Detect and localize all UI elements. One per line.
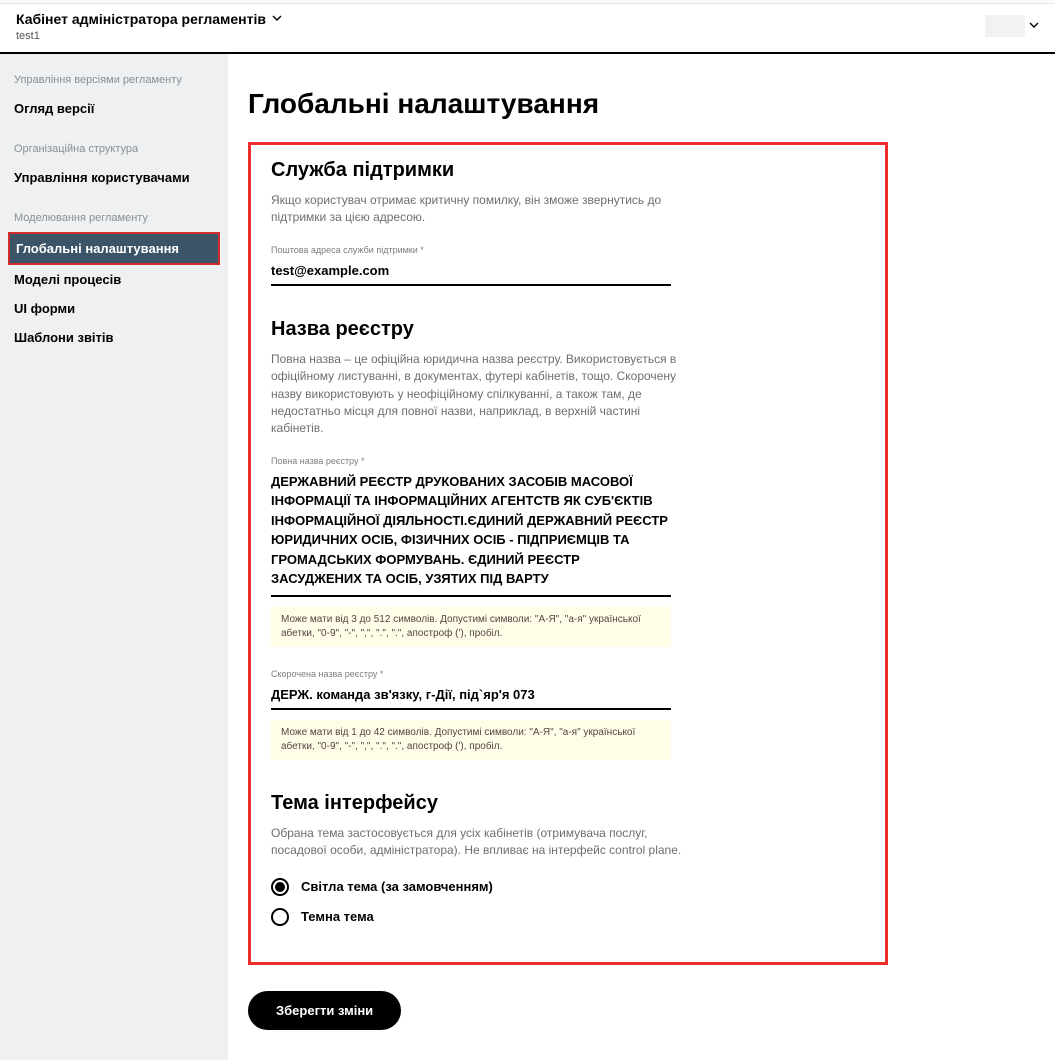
label-fullname: Повна назва реєстру *: [271, 456, 865, 466]
label-shortname: Скорочена назва реєстру *: [271, 669, 865, 679]
input-shortname[interactable]: [271, 683, 671, 710]
radio-icon: [271, 878, 289, 896]
sidebar-item-overview[interactable]: Огляд версії: [0, 94, 228, 123]
sidebar-section-versions: Управління версіями регламенту: [0, 68, 228, 94]
chevron-down-icon[interactable]: [272, 10, 282, 28]
hint-fullname: Може мати від 3 до 512 символів. Допусти…: [271, 607, 671, 647]
input-support-email[interactable]: [271, 259, 671, 286]
sidebar-item-reports[interactable]: Шаблони звітів: [0, 323, 228, 352]
header-title: Кабінет адміністратора регламентів: [16, 11, 266, 27]
settings-highlight-box: Служба підтримки Якщо користувач отримає…: [248, 142, 888, 965]
section-desc-registry: Повна назва – це офіційна юридична назва…: [271, 351, 691, 438]
page-title: Глобальні налаштування: [248, 88, 888, 120]
radio-icon: [271, 908, 289, 926]
main-content: Глобальні налаштування Служба підтримки …: [228, 54, 1055, 1060]
radio-label-dark: Темна тема: [301, 909, 374, 924]
user-chip[interactable]: [985, 15, 1025, 37]
section-title-support: Служба підтримки: [271, 159, 865, 182]
sidebar-section-modeling: Моделювання регламенту: [0, 206, 228, 232]
radio-theme-dark[interactable]: Темна тема: [271, 902, 865, 932]
sidebar-item-forms[interactable]: UI форми: [0, 294, 228, 323]
section-title-registry: Назва реєстру: [271, 318, 865, 341]
header: Кабінет адміністратора регламентів test1: [0, 4, 1055, 54]
sidebar-section-org: Організаційна структура: [0, 137, 228, 163]
sidebar-item-global[interactable]: Глобальні налаштування: [8, 232, 220, 265]
sidebar-item-models[interactable]: Моделі процесів: [0, 265, 228, 294]
section-desc-support: Якщо користувач отримає критичну помилку…: [271, 192, 691, 227]
hint-shortname: Може мати від 1 до 42 символів. Допустим…: [271, 720, 671, 760]
sidebar-item-users[interactable]: Управління користувачами: [0, 163, 228, 192]
sidebar: Управління версіями регламенту Огляд вер…: [0, 54, 228, 1060]
header-subtitle: test1: [16, 30, 282, 42]
save-button[interactable]: Зберегти зміни: [248, 991, 401, 1030]
label-support-email: Поштова адреса служби підтримки *: [271, 245, 865, 255]
radio-label-light: Світла тема (за замовченням): [301, 879, 493, 894]
radio-theme-light[interactable]: Світла тема (за замовченням): [271, 872, 865, 902]
section-title-theme: Тема інтерфейсу: [271, 792, 865, 815]
input-fullname[interactable]: ДЕРЖАВНИЙ РЕЄСТР ДРУКОВАНИХ ЗАСОБІВ МАСО…: [271, 470, 671, 597]
section-desc-theme: Обрана тема застосовується для усіх кабі…: [271, 825, 691, 860]
chevron-down-icon[interactable]: [1029, 17, 1039, 35]
